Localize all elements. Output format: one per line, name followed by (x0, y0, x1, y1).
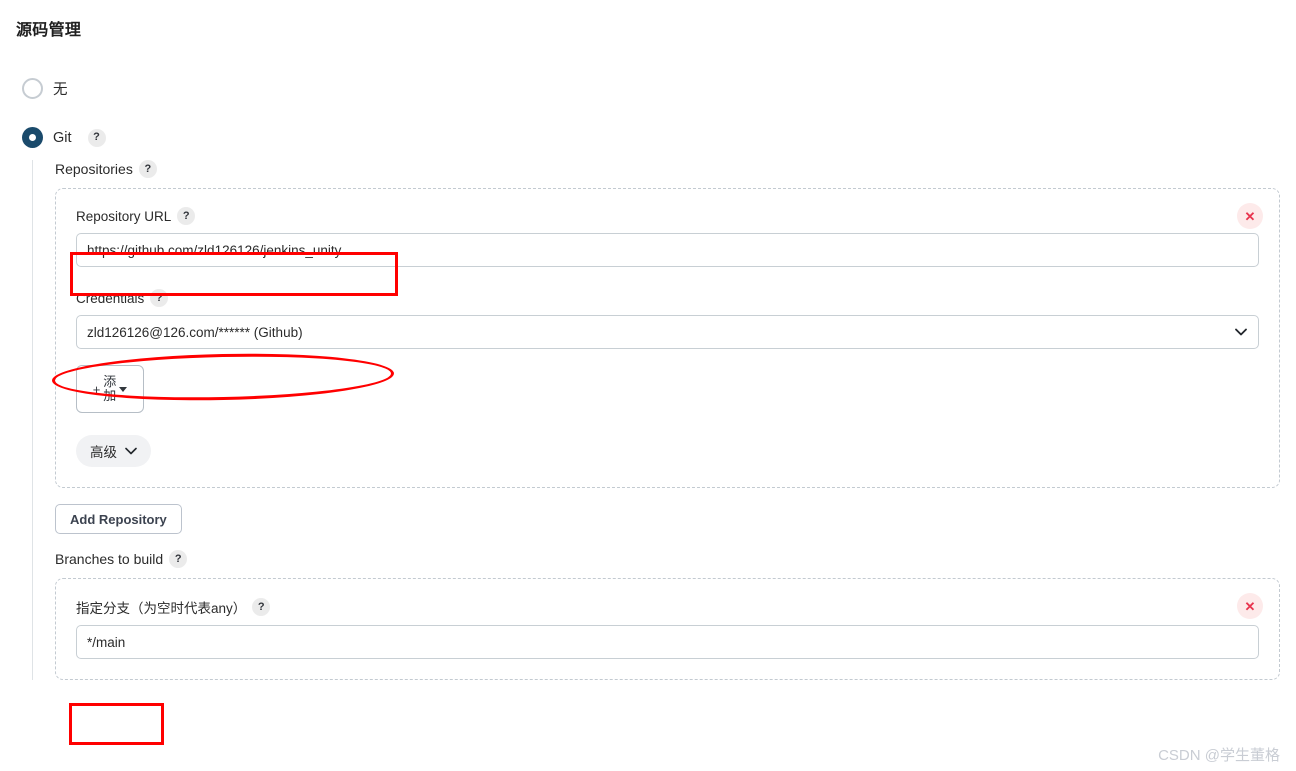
delete-repository-button[interactable]: ✕ (1237, 203, 1263, 229)
repository-url-label: Repository URL (76, 208, 172, 224)
branch-spec-label: 指定分支（为空时代表any） (76, 601, 247, 616)
repository-block: ✕ Repository URL ? Credentials ? zld1261… (55, 188, 1280, 488)
repository-url-label-row: Repository URL ? (76, 207, 1259, 225)
add-credentials-label: 添 加 (103, 374, 117, 403)
branches-label: Branches to build (55, 551, 164, 567)
watermark: CSDN @学生董格 (1158, 747, 1280, 764)
radio-option-git[interactable]: Git ? (22, 127, 106, 148)
branches-label-row: Branches to build ? (55, 550, 1280, 568)
delete-branch-button[interactable]: ✕ (1237, 593, 1263, 619)
help-icon-repositories[interactable]: ? (138, 160, 157, 178)
branch-spec-label-row: 指定分支（为空时代表any） ? (76, 597, 1259, 617)
chevron-down-icon-advanced (125, 447, 137, 455)
credentials-select-wrap[interactable]: zld126126@126.com/****** (Github) (76, 315, 1259, 349)
add-repository-button[interactable]: Add Repository (55, 504, 182, 534)
branch-spec-input[interactable] (76, 625, 1259, 659)
plus-icon: + (92, 381, 101, 397)
radio-git-indicator[interactable] (22, 127, 43, 148)
radio-none-label: 无 (53, 82, 68, 98)
credentials-label: Credentials (76, 290, 145, 306)
repository-url-input[interactable] (76, 233, 1259, 267)
add-credentials-button[interactable]: + 添 加 (76, 365, 144, 413)
advanced-button[interactable]: 高级 (76, 435, 151, 467)
branch-block: ✕ 指定分支（为空时代表any） ? (55, 578, 1280, 680)
repositories-label: Repositories (55, 161, 133, 177)
help-icon-branches[interactable]: ? (169, 550, 188, 568)
annotation-rect-branch-spec (69, 703, 164, 745)
radio-option-none[interactable]: 无 (22, 78, 68, 99)
help-icon-git[interactable]: ? (87, 128, 106, 147)
help-icon-branch-spec[interactable]: ? (252, 598, 271, 616)
advanced-label: 高级 (90, 445, 117, 460)
credentials-select[interactable]: zld126126@126.com/****** (Github) (76, 315, 1259, 349)
repositories-label-row: Repositories ? (55, 160, 1280, 178)
caret-down-icon (119, 387, 128, 392)
credentials-label-row: Credentials ? (76, 289, 1259, 307)
help-icon-credentials[interactable]: ? (150, 289, 169, 307)
help-icon-repository-url[interactable]: ? (177, 207, 196, 225)
git-config-body: Repositories ? ✕ Repository URL ? Creden… (32, 160, 1280, 680)
radio-none-indicator[interactable] (22, 78, 43, 99)
radio-git-label: Git (53, 129, 72, 146)
scm-config-page: 源码管理 无 Git ? Repositories ? ✕ Repository… (0, 0, 1296, 771)
page-title: 源码管理 (16, 22, 82, 39)
